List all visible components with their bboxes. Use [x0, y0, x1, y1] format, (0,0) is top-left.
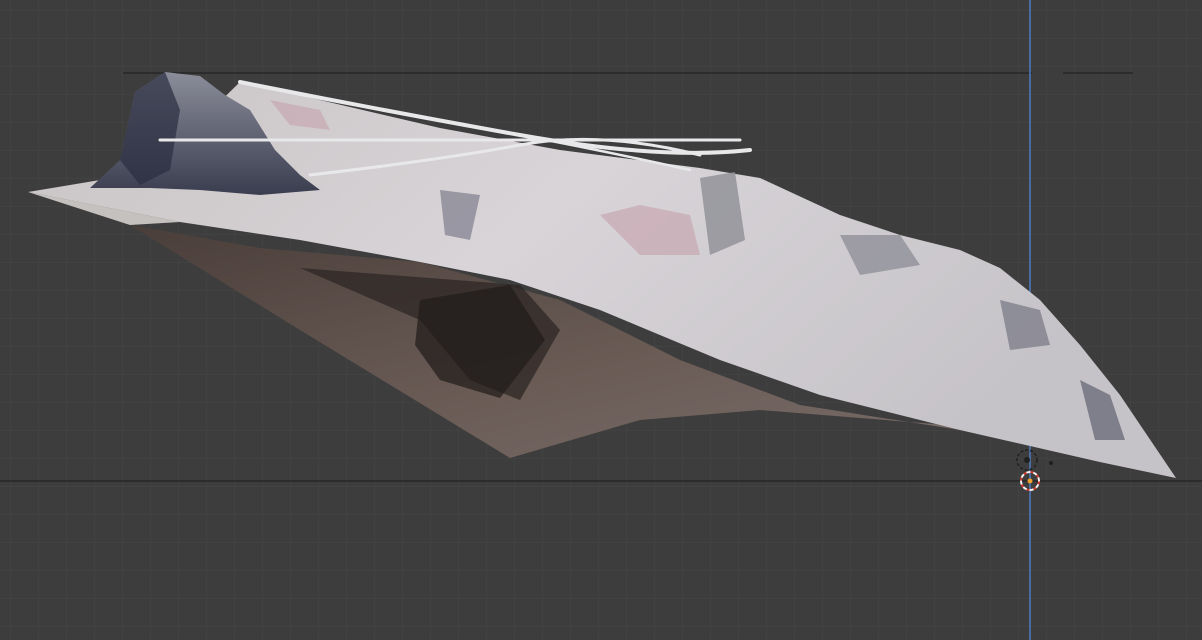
viewport-canvas[interactable] [0, 0, 1202, 640]
light-direction-dot [1049, 461, 1053, 465]
light-core-icon [1024, 457, 1030, 463]
origin-dot-icon [1027, 478, 1033, 484]
3d-viewport[interactable] [0, 0, 1202, 640]
